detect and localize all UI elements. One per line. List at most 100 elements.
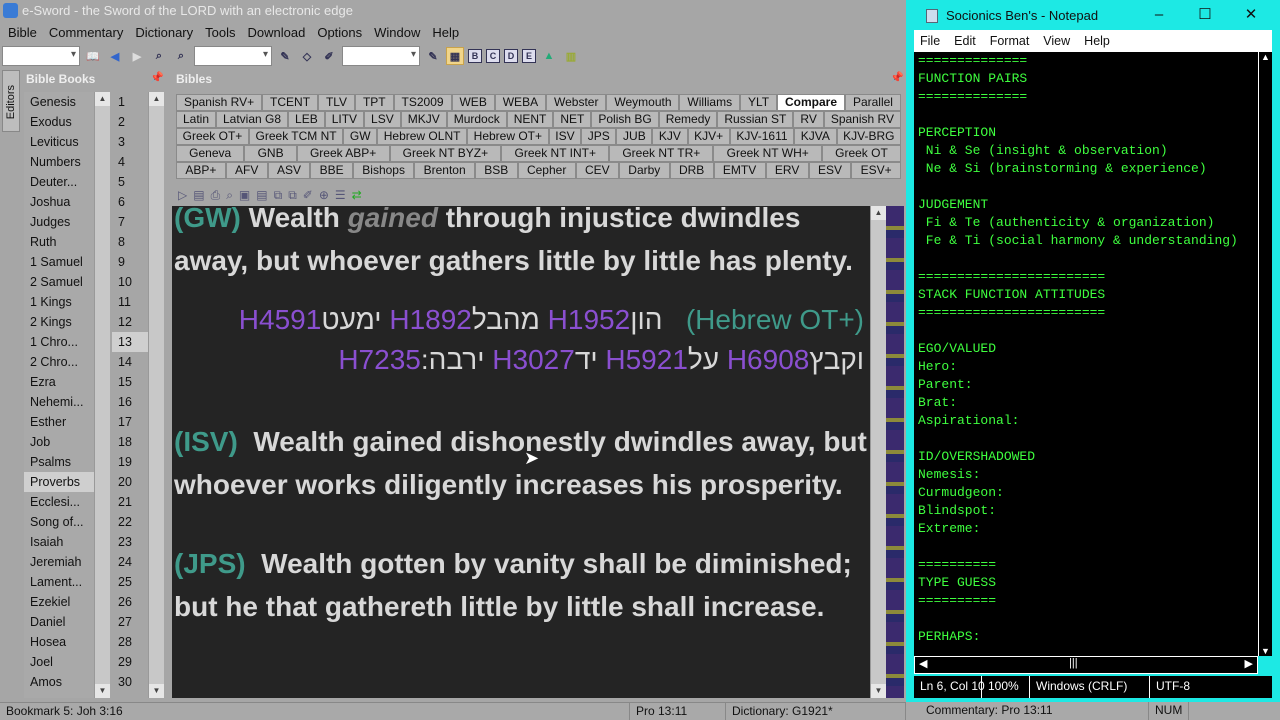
bible-text-scrollbar[interactable]: ▲ ▼: [870, 206, 886, 698]
bible-tab[interactable]: Williams: [679, 94, 741, 111]
bible-tab[interactable]: GNB: [244, 145, 297, 162]
print-icon[interactable]: ⎙: [211, 188, 221, 203]
chapter-item[interactable]: 11: [112, 292, 148, 312]
bible-tab[interactable]: KJVA: [794, 128, 837, 145]
bible-tab[interactable]: AFV: [225, 162, 268, 179]
chapter-item[interactable]: 12: [112, 312, 148, 332]
bible-tab[interactable]: KJV+: [687, 128, 730, 145]
bible-tab[interactable]: Greek NT WH+: [713, 145, 822, 162]
chapter-item[interactable]: 8: [112, 232, 148, 252]
np-menu-help[interactable]: Help: [1084, 34, 1110, 52]
forward-icon[interactable]: ▶: [128, 47, 146, 65]
bible-tab[interactable]: ISV: [548, 128, 582, 145]
book-item[interactable]: Joshua: [24, 192, 94, 212]
bible-tab[interactable]: ESV+: [851, 162, 902, 179]
np-menu-file[interactable]: File: [920, 34, 940, 52]
bible-tab[interactable]: ABP+: [176, 162, 226, 179]
zoom-icon[interactable]: ⊕: [319, 188, 329, 202]
np-menu-view[interactable]: View: [1043, 34, 1070, 52]
book-item[interactable]: 1 Chro...: [24, 332, 94, 352]
bible-tab[interactable]: GW: [343, 128, 378, 145]
bible-tab[interactable]: EMTV: [713, 162, 766, 179]
bible-tab[interactable]: BSB: [474, 162, 518, 179]
chapter-item[interactable]: 24: [112, 552, 148, 572]
menu-options[interactable]: Options: [311, 25, 368, 44]
find-icon[interactable]: ⌕: [226, 188, 233, 203]
bible-tab[interactable]: TS2009: [393, 94, 452, 111]
commentary-select[interactable]: [194, 46, 272, 66]
chapter-item[interactable]: 17: [112, 412, 148, 432]
book-item[interactable]: Esther: [24, 412, 94, 432]
bible-tab[interactable]: ERV: [765, 162, 809, 179]
bible-text-view[interactable]: (GW) Wealth gained through injustice dwi…: [172, 206, 870, 698]
bible-tab[interactable]: ASV: [267, 162, 311, 179]
bookmark-icon[interactable]: ▣: [239, 188, 250, 202]
layout-b-button[interactable]: B: [468, 49, 482, 63]
chapter-item[interactable]: 16: [112, 392, 148, 412]
highlighter-icon[interactable]: ✐: [303, 188, 313, 202]
book-item[interactable]: 1 Kings: [24, 292, 94, 312]
book-item[interactable]: Ezra: [24, 372, 94, 392]
bible-tab[interactable]: Bishops: [352, 162, 415, 179]
book-item[interactable]: Ezekiel: [24, 592, 94, 612]
chapter-item[interactable]: 28: [112, 632, 148, 652]
bible-tab[interactable]: Russian ST: [717, 111, 794, 128]
notepad-hscrollbar[interactable]: ◀ ||| ▶: [914, 656, 1258, 674]
graphics-icon[interactable]: ▥: [562, 47, 580, 65]
bible-tab[interactable]: JUB: [616, 128, 653, 145]
menu-bible[interactable]: Bible: [2, 25, 43, 44]
bible-tab[interactable]: Spanish RV: [823, 111, 901, 128]
close-button[interactable]: ✕: [1228, 0, 1274, 30]
chapter-item[interactable]: 5: [112, 172, 148, 192]
book-item[interactable]: Judges: [24, 212, 94, 232]
book-item[interactable]: Psalms: [24, 452, 94, 472]
copy-verse-icon[interactable]: ▤: [193, 188, 204, 202]
chapter-item[interactable]: 10: [112, 272, 148, 292]
np-menu-edit[interactable]: Edit: [954, 34, 976, 52]
eraser-icon[interactable]: ◇: [298, 47, 316, 65]
bible-select[interactable]: [2, 46, 80, 66]
minimize-button[interactable]: –: [1136, 0, 1182, 30]
maximize-button[interactable]: ☐: [1182, 0, 1228, 30]
menu-commentary[interactable]: Commentary: [43, 25, 129, 44]
bible-tab[interactable]: KJV-BRG: [836, 128, 902, 145]
chapter-item[interactable]: 18: [112, 432, 148, 452]
book-item[interactable]: Proverbs: [24, 472, 94, 492]
chapter-item[interactable]: 19: [112, 452, 148, 472]
chapters-scrollbar[interactable]: ▲ ▼: [148, 92, 164, 698]
chapter-item[interactable]: 9: [112, 252, 148, 272]
book-item[interactable]: 1 Samuel: [24, 252, 94, 272]
bible-tab[interactable]: Polish BG: [591, 111, 659, 128]
bible-tab[interactable]: Greek NT BYZ+: [389, 145, 502, 162]
book-item[interactable]: Amos: [24, 672, 94, 692]
book-item[interactable]: Numbers: [24, 152, 94, 172]
pin-icon[interactable]: 📌: [890, 71, 904, 84]
layout-icon[interactable]: ▦: [446, 47, 464, 65]
bible-tab[interactable]: LITV: [324, 111, 365, 128]
bible-tab[interactable]: CEV: [575, 162, 619, 179]
bible-tab[interactable]: Cepher: [517, 162, 576, 179]
book-item[interactable]: Leviticus: [24, 132, 94, 152]
bible-tab[interactable]: Greek NT TR+: [609, 145, 714, 162]
book-item[interactable]: Daniel: [24, 612, 94, 632]
bible-tab[interactable]: Greek OT: [821, 145, 901, 162]
bible-tab[interactable]: JPS: [581, 128, 617, 145]
bible-tab[interactable]: Darby: [618, 162, 670, 179]
book-item[interactable]: Exodus: [24, 112, 94, 132]
notepad-vscrollbar[interactable]: ▲ ▼: [1258, 52, 1272, 656]
bible-tab[interactable]: Murdock: [446, 111, 507, 128]
chapter-item[interactable]: 21: [112, 492, 148, 512]
split-icon[interactable]: ☰: [335, 188, 346, 202]
book-item[interactable]: Nehemi...: [24, 392, 94, 412]
layout-e-button[interactable]: E: [522, 49, 536, 63]
bible-tab[interactable]: Remedy: [658, 111, 718, 128]
book-item[interactable]: 2 Chro...: [24, 352, 94, 372]
bible-tab[interactable]: Webster: [546, 94, 607, 111]
book-item[interactable]: Ecclesi...: [24, 492, 94, 512]
menu-help[interactable]: Help: [426, 25, 465, 44]
chapter-item[interactable]: 22: [112, 512, 148, 532]
bible-tab[interactable]: Spanish RV+: [176, 94, 263, 111]
bible-tab[interactable]: MKJV: [400, 111, 447, 128]
bible-tab[interactable]: YLT: [740, 94, 778, 111]
chapter-item[interactable]: 20: [112, 472, 148, 492]
